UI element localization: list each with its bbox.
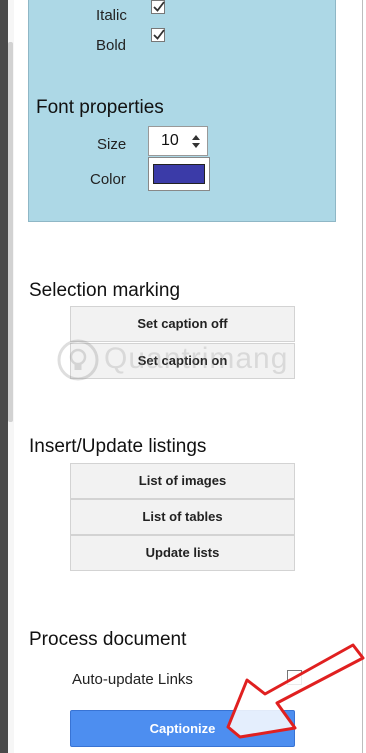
annotation-arrow-icon [226,643,365,739]
